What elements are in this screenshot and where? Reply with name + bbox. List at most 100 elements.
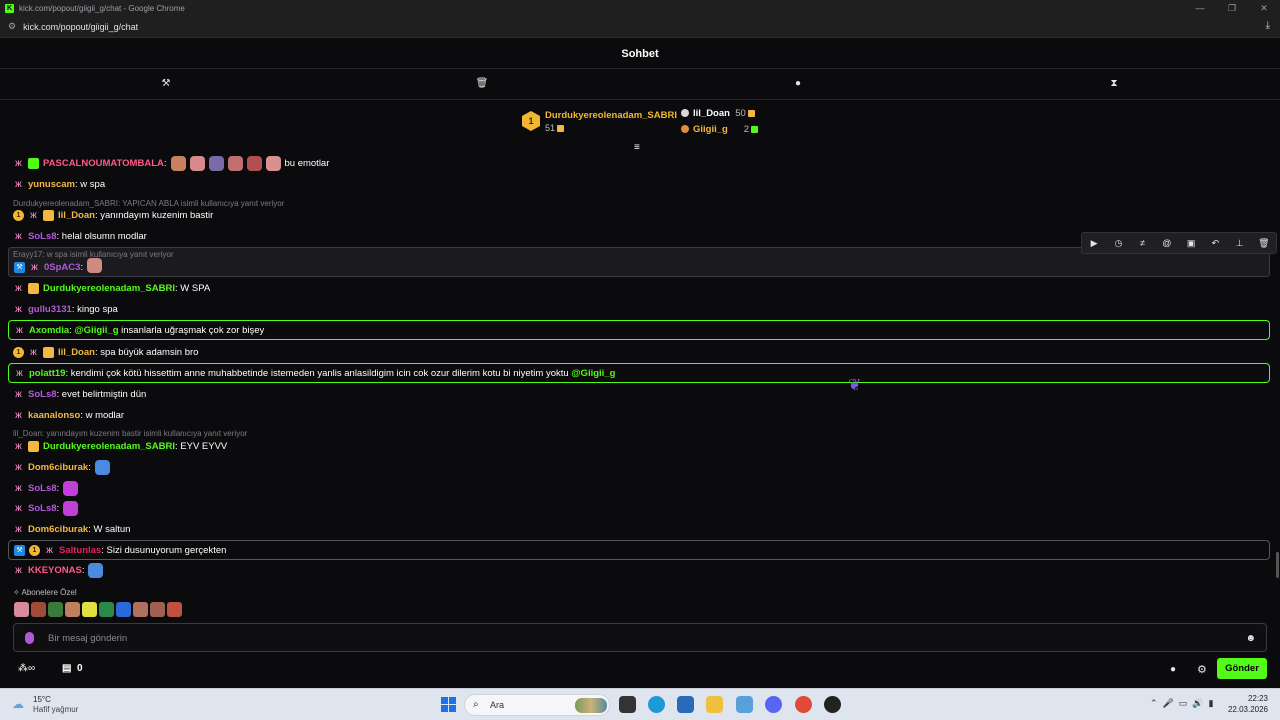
app-icon[interactable]	[824, 696, 841, 713]
chat-message[interactable]: ж kaanalonso: w modlar	[8, 405, 1270, 425]
chat-message[interactable]: ж Durdukyereolenadam_SABRI: EYV EYVV	[8, 436, 1270, 456]
pin-icon[interactable]: ⊥	[1232, 238, 1248, 249]
emote[interactable]	[150, 602, 165, 617]
delete-icon[interactable]: 🗑	[1256, 238, 1272, 249]
chat-message[interactable]: ж gullu3131: kingo spa	[8, 299, 1270, 319]
url-text[interactable]: kick.com/popout/giigii_g/chat	[23, 22, 138, 32]
send-button[interactable]: Gönder	[1217, 658, 1267, 679]
message-text: W saltun	[93, 523, 131, 535]
mic-icon[interactable]	[25, 632, 34, 644]
username[interactable]: Dom6ciburak	[28, 462, 88, 473]
chat-settings-bubble-icon[interactable]: ●	[1170, 664, 1176, 675]
timeout-icon[interactable]: ◷	[1110, 238, 1126, 249]
settings-app-icon[interactable]	[736, 696, 753, 713]
emote[interactable]	[48, 602, 63, 617]
mention[interactable]: @Giigii_g	[571, 368, 615, 379]
username[interactable]: Durdukyereolenadam_SABRI	[43, 441, 175, 452]
emote[interactable]	[99, 602, 114, 617]
leader-row-2[interactable]: lil_Doan 50	[681, 108, 755, 119]
download-icon[interactable]: ⤓	[1266, 20, 1270, 31]
task-view-icon[interactable]	[619, 696, 636, 713]
taskbar-clock[interactable]: 22:23 22.03.2026	[1226, 693, 1268, 715]
username[interactable]: PASCALNOUMATOMBALA	[43, 158, 164, 169]
username[interactable]: SoLs8	[28, 231, 57, 242]
window-title: kick.com/popout/giigii_g/chat - Google C…	[19, 3, 185, 13]
username[interactable]: lil_Doan	[58, 347, 95, 358]
leader-row-3[interactable]: Giigii_g 2	[681, 124, 758, 135]
username[interactable]: SoLs8	[28, 483, 57, 494]
username[interactable]: 0SpAC3	[44, 262, 80, 273]
username[interactable]: KKEYONAS	[28, 565, 82, 576]
system-tray[interactable]: ⌃ 🎤 ▭ 🔊 ▮	[1150, 698, 1213, 709]
trash-icon[interactable]: 🗑	[475, 77, 489, 91]
play-icon[interactable]: ▶	[1086, 238, 1102, 249]
emoji-icon[interactable]: ☻	[1245, 633, 1256, 644]
message-text: yanındayım kuzenim bastir	[100, 209, 214, 221]
hammer-icon[interactable]: ⚒	[159, 77, 173, 91]
taskbar-search[interactable]: ⌕ Ara	[464, 694, 610, 716]
chat-message[interactable]: ж SoLs8: evet belirtmiştin dün	[8, 384, 1270, 404]
store-count[interactable]: ▤ 0	[62, 663, 83, 674]
username[interactable]: Axomdia	[29, 325, 69, 336]
username[interactable]: lil_Doan	[58, 210, 95, 221]
emote-icon[interactable]: @	[1159, 238, 1175, 248]
site-info-icon[interactable]: ⚙	[8, 21, 16, 32]
edge-icon[interactable]	[648, 696, 665, 713]
username[interactable]: polatt19	[29, 368, 65, 379]
chat-message[interactable]: ж yunuscam: w spa	[8, 174, 1270, 194]
chat-message[interactable]: ж PASCALNOUMATOMBALA: bu emotlar	[8, 153, 1270, 173]
scrollbar[interactable]	[1276, 552, 1279, 578]
chat-message-mention[interactable]: ж Axomdia: @Giigii_g insanlarla uğraşmak…	[8, 320, 1270, 340]
settings-gear-icon[interactable]: ⚙	[1197, 663, 1207, 676]
chat-message[interactable]: ж Dom6ciburak: W saltun	[8, 519, 1270, 539]
minimize-button[interactable]: —	[1184, 0, 1216, 16]
chat-message-mention[interactable]: ж polatt19: kendimi çok kötü hissettim a…	[8, 363, 1270, 383]
chat-message[interactable]: 1ж lil_Doan: spa büyük adamsin bro	[8, 342, 1270, 362]
mention[interactable]: @Giigii_g	[74, 325, 118, 336]
emote[interactable]	[116, 602, 131, 617]
emote[interactable]	[133, 602, 148, 617]
chat-bubble-icon[interactable]: ●	[791, 77, 805, 91]
hourglass-icon[interactable]: ⧗	[1107, 77, 1121, 91]
close-button[interactable]: ✕	[1248, 0, 1280, 16]
username[interactable]: Durdukyereolenadam_SABRI	[43, 283, 175, 294]
username[interactable]: Saltunlas	[59, 545, 101, 556]
emote[interactable]	[31, 602, 46, 617]
discord-icon[interactable]	[765, 696, 782, 713]
butterfly-badge-icon: ж	[15, 502, 22, 514]
username[interactable]: SoLs8	[28, 389, 57, 400]
rank-badge-icon: 1	[13, 209, 24, 221]
collapse-icon[interactable]: ≡	[634, 142, 640, 153]
copy-icon[interactable]: ▣	[1183, 238, 1199, 249]
username[interactable]: Dom6ciburak	[28, 524, 88, 535]
chat-title: Sohbet	[0, 39, 1280, 69]
store-app-icon[interactable]	[677, 696, 694, 713]
chat-message[interactable]: ж Durdukyereolenadam_SABRI: W SPA	[8, 278, 1270, 298]
emote[interactable]	[82, 602, 97, 617]
slow-icon[interactable]: ≠	[1135, 238, 1151, 248]
chat-message-highlighted[interactable]: ⚒ 1 ж Saltunlas: Sizi dusunuyorum gerçekte…	[8, 540, 1270, 560]
file-explorer-icon[interactable]	[706, 696, 723, 713]
emote[interactable]	[167, 602, 182, 617]
chat-message[interactable]: ж KKEYONAS:	[8, 560, 1270, 580]
emote[interactable]	[14, 602, 29, 617]
clock-time: 22:23	[1247, 694, 1268, 703]
username[interactable]: kaanalonso	[28, 410, 80, 421]
chat-message[interactable]: 1ж lil_Doan: yanındayım kuzenim bastir	[8, 205, 1270, 225]
username[interactable]: gullu3131	[28, 304, 72, 315]
emote[interactable]	[65, 602, 80, 617]
chrome-icon[interactable]	[795, 696, 812, 713]
restore-button[interactable]: ❐	[1216, 0, 1248, 16]
chat-message[interactable]: ж SoLs8:	[8, 478, 1270, 498]
leader-name-1[interactable]: Durdukyereolenadam_SABRI	[545, 110, 677, 121]
butterfly-badge-icon: ж	[30, 209, 37, 221]
emote	[246, 155, 262, 171]
undo-icon[interactable]: ↶	[1207, 238, 1223, 249]
points-icon[interactable]: ⁂∞	[18, 663, 35, 674]
chat-message[interactable]: ж Dom6ciburak:	[8, 457, 1270, 477]
windows-start-icon[interactable]	[441, 697, 456, 712]
username[interactable]: SoLs8	[28, 503, 57, 514]
chat-message[interactable]: ж SoLs8:	[8, 498, 1270, 518]
username[interactable]: yunuscam	[28, 179, 75, 190]
chat-input[interactable]: Bir mesaj gönderin ☻	[13, 623, 1267, 652]
